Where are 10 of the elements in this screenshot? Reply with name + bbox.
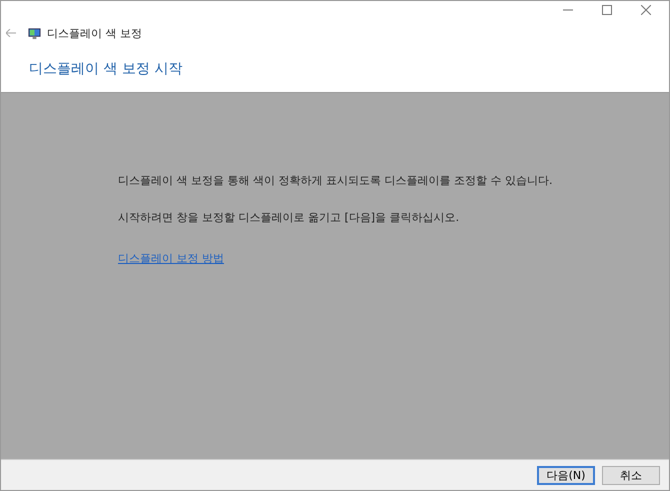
- window-title: 디스플레이 색 보정: [47, 26, 142, 40]
- maximize-icon[interactable]: [602, 5, 612, 15]
- cancel-button[interactable]: 취소: [602, 466, 660, 484]
- next-button[interactable]: 다음(N): [537, 466, 595, 484]
- instruction-text: 시작하려면 창을 보정할 디스플레이로 옮기고 [다음]을 클릭하십시오.: [118, 210, 460, 225]
- page-heading: 디스플레이 색 보정 시작: [29, 60, 182, 78]
- close-icon[interactable]: [641, 5, 651, 15]
- display-icon: [28, 26, 41, 40]
- back-arrow-icon[interactable]: [6, 29, 16, 37]
- instruction-text: 디스플레이 색 보정을 통해 색이 정확하게 표시되도록 디스플레이를 조정할 수 있습니다.: [118, 173, 554, 188]
